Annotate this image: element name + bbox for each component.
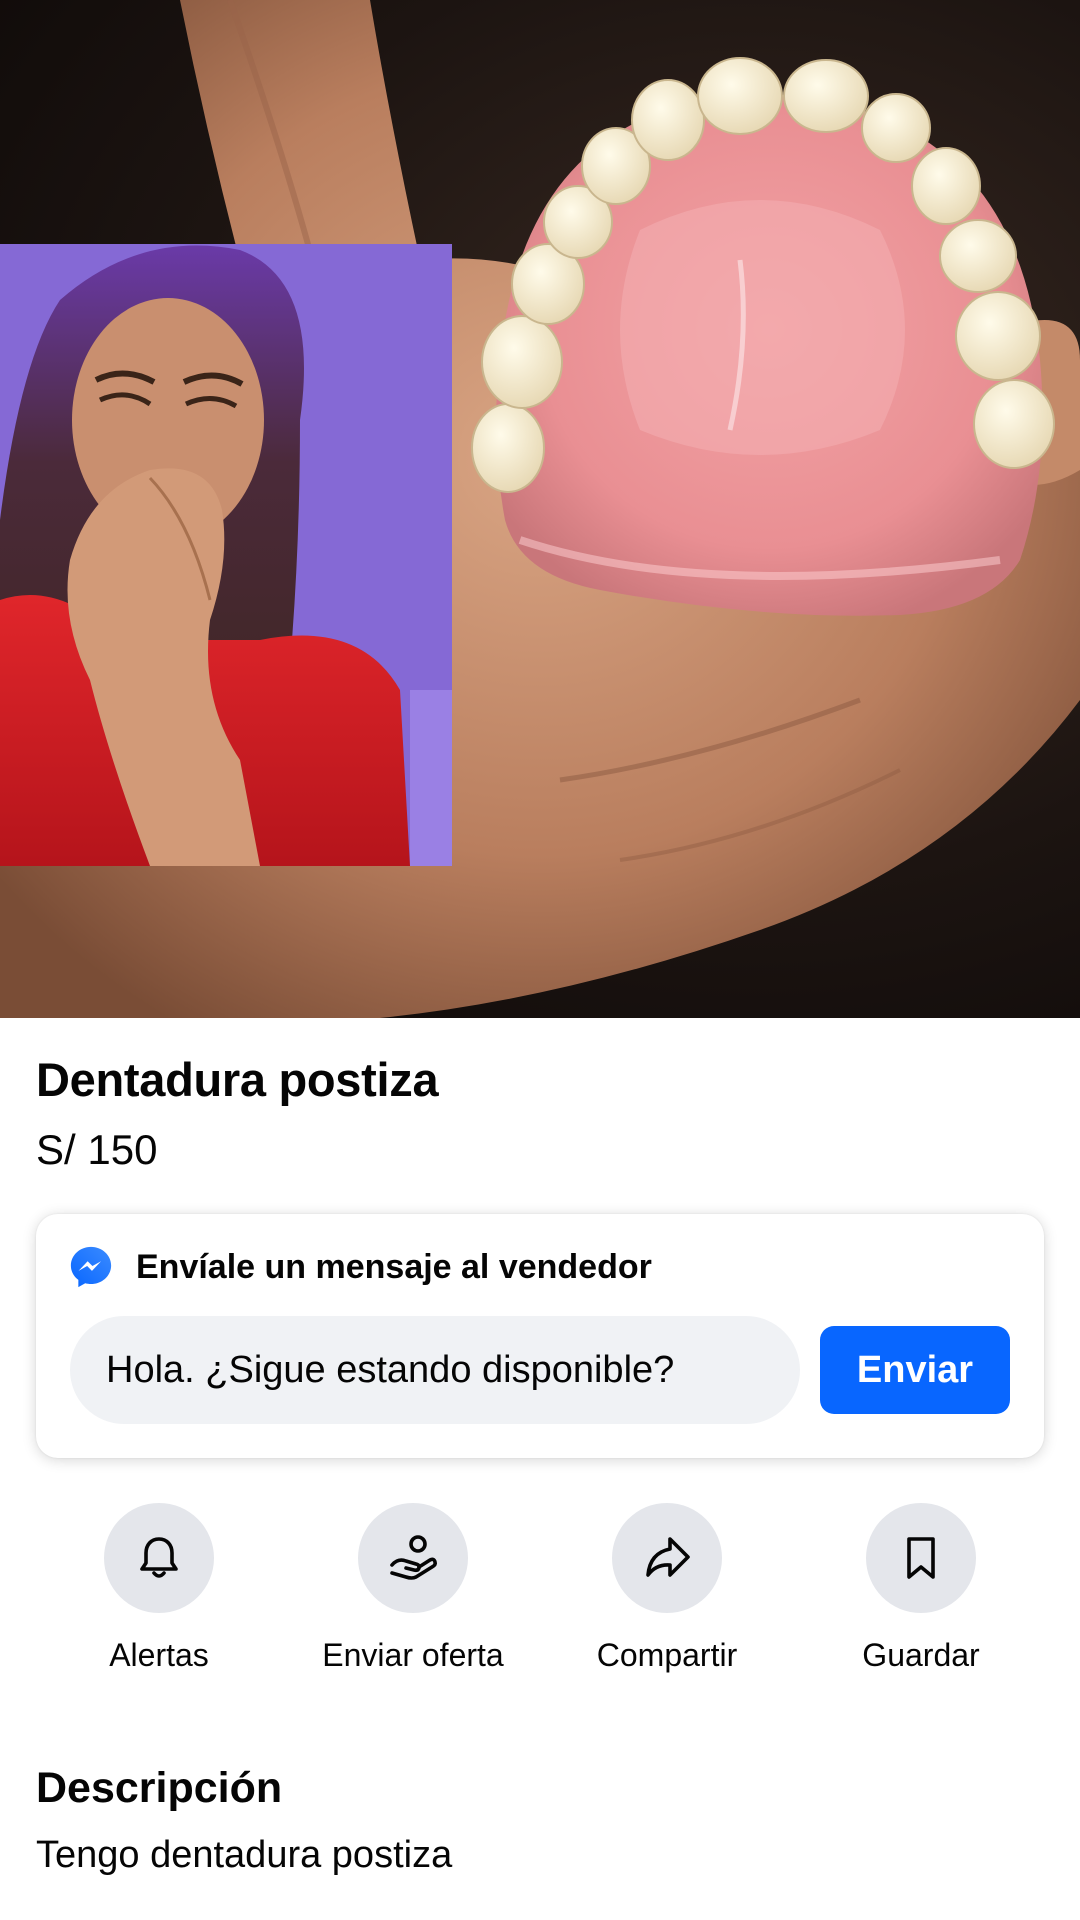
message-card-heading: Envíale un mensaje al vendedor <box>136 1247 652 1286</box>
marketplace-listing-page: Dentadura postiza S/ 150 Envíale un mens… <box>0 0 1080 1920</box>
reaction-overlay <box>0 244 452 867</box>
share-icon <box>646 1537 690 1577</box>
product-photo[interactable] <box>0 0 1080 1018</box>
message-seller-card: Envíale un mensaje al vendedor Enviar <box>36 1214 1044 1458</box>
description-heading: Descripción <box>36 1764 283 1812</box>
bell-icon <box>140 1537 178 1578</box>
save-button[interactable] <box>866 1503 976 1613</box>
send-button[interactable]: Enviar <box>820 1326 1010 1414</box>
messenger-icon <box>70 1246 112 1288</box>
send-offer-button[interactable] <box>358 1503 468 1613</box>
bookmark-icon <box>907 1537 935 1579</box>
message-card-header: Envíale un mensaje al vendedor <box>68 1244 652 1290</box>
save-action[interactable]: Guardar <box>794 1503 1048 1674</box>
share-action[interactable]: Compartir <box>540 1503 794 1674</box>
save-label: Guardar <box>862 1637 980 1673</box>
share-label: Compartir <box>596 1637 738 1673</box>
alerts-action[interactable]: Alertas <box>32 1503 286 1674</box>
share-button[interactable] <box>612 1503 722 1613</box>
denture-in-hand-illustration <box>0 0 1080 1018</box>
send-offer-label: Enviar oferta <box>322 1637 504 1673</box>
description-text: Tengo dentadura postiza <box>36 1834 453 1876</box>
alerts-label: Alertas <box>109 1637 209 1673</box>
message-input[interactable] <box>70 1316 800 1424</box>
send-offer-action[interactable]: Enviar oferta <box>286 1503 540 1674</box>
alerts-button[interactable] <box>104 1503 214 1613</box>
offer-icon <box>390 1535 437 1580</box>
listing-price: S/ 150 <box>36 1126 158 1173</box>
listing-title: Dentadura postiza <box>36 1053 439 1106</box>
